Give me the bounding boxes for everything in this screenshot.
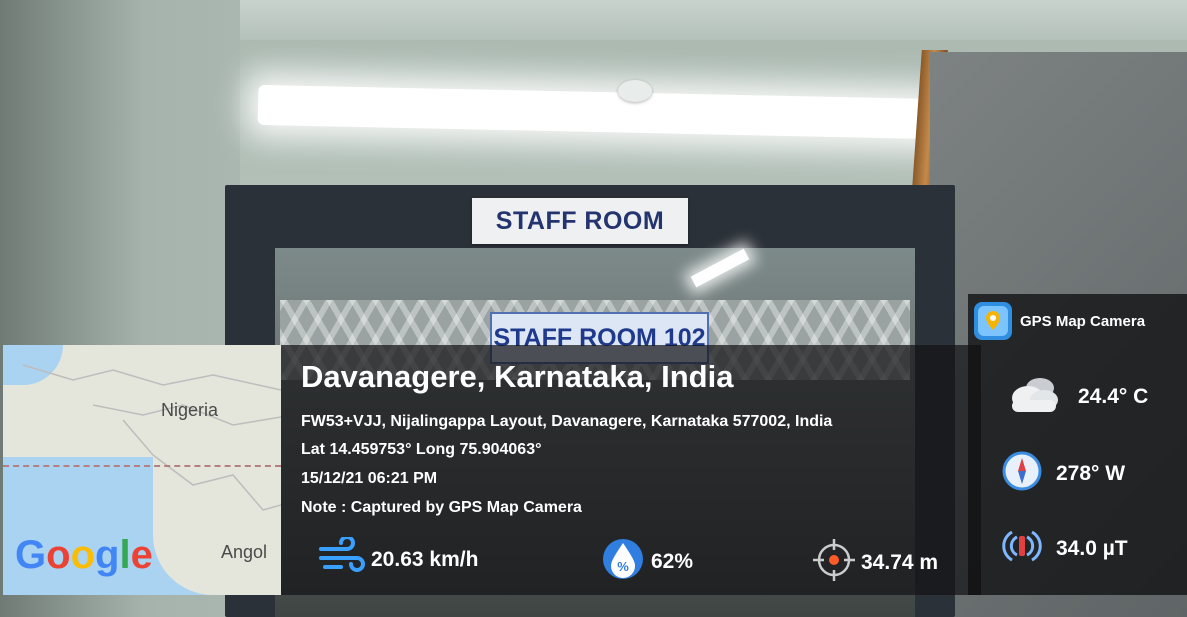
google-logo-letter: e — [130, 533, 153, 577]
google-logo: Google — [15, 533, 153, 578]
map-label-angola: Angol — [221, 542, 268, 562]
humidity-value: 62% — [651, 550, 694, 573]
humidity-metric: % 62% — [599, 537, 693, 587]
cloud-icon — [1002, 370, 1064, 424]
note-line: Note : Captured by GPS Map Camera — [301, 499, 582, 516]
coordinates-line: Lat 14.459753° Long 75.904063° — [301, 441, 542, 458]
map-pin-icon — [974, 302, 1012, 340]
temperature-row: 24.4° C — [1002, 370, 1148, 424]
svg-text:%: % — [617, 559, 629, 574]
compass-value: 278° W — [1056, 462, 1126, 485]
map-label-nigeria: Nigeria — [161, 400, 219, 420]
address-line: FW53+VJJ, Nijalingappa Layout, Davanager… — [301, 413, 833, 430]
crosshair-icon — [811, 537, 857, 589]
wind-icon — [317, 535, 367, 583]
temperature-value: 24.4° C — [1078, 385, 1149, 408]
tube-light — [257, 84, 939, 140]
sensor-side-panel: GPS Map Camera 24.4° C 278° W 34.0 µT — [968, 294, 1187, 595]
compass-row: 278° W — [1002, 451, 1125, 497]
place-title: Davanagere, Karnataka, India — [301, 359, 734, 394]
datetime-line: 15/12/21 06:21 PM — [301, 470, 438, 487]
wind-value: 20.63 km/h — [371, 548, 479, 571]
altitude-value: 34.74 m — [861, 551, 939, 574]
magnetic-row: 34.0 µT — [1002, 526, 1128, 572]
google-logo-letter: o — [46, 533, 71, 577]
humidity-icon: % — [599, 537, 647, 587]
wind-metric: 20.63 km/h — [317, 535, 479, 583]
compass-icon — [1002, 451, 1042, 497]
google-logo-letter: l — [119, 533, 131, 577]
google-logo-letter: g — [95, 533, 120, 577]
equator-line — [3, 465, 281, 467]
app-badge: GPS Map Camera — [974, 302, 1145, 340]
ceiling-fixture — [618, 80, 652, 102]
magnet-icon — [1002, 526, 1042, 572]
staff-room-sign: STAFF ROOM — [472, 198, 688, 244]
google-logo-letter: o — [70, 533, 95, 577]
google-logo-letter: G — [15, 533, 47, 577]
magnetic-value: 34.0 µT — [1056, 537, 1128, 560]
altitude-metric: 34.74 m — [811, 537, 938, 589]
mini-map: Nigeria Angol Google — [3, 345, 281, 595]
app-name: GPS Map Camera — [1020, 312, 1146, 330]
location-info-panel: Davanagere, Karnataka, India FW53+VJJ, N… — [281, 345, 981, 595]
